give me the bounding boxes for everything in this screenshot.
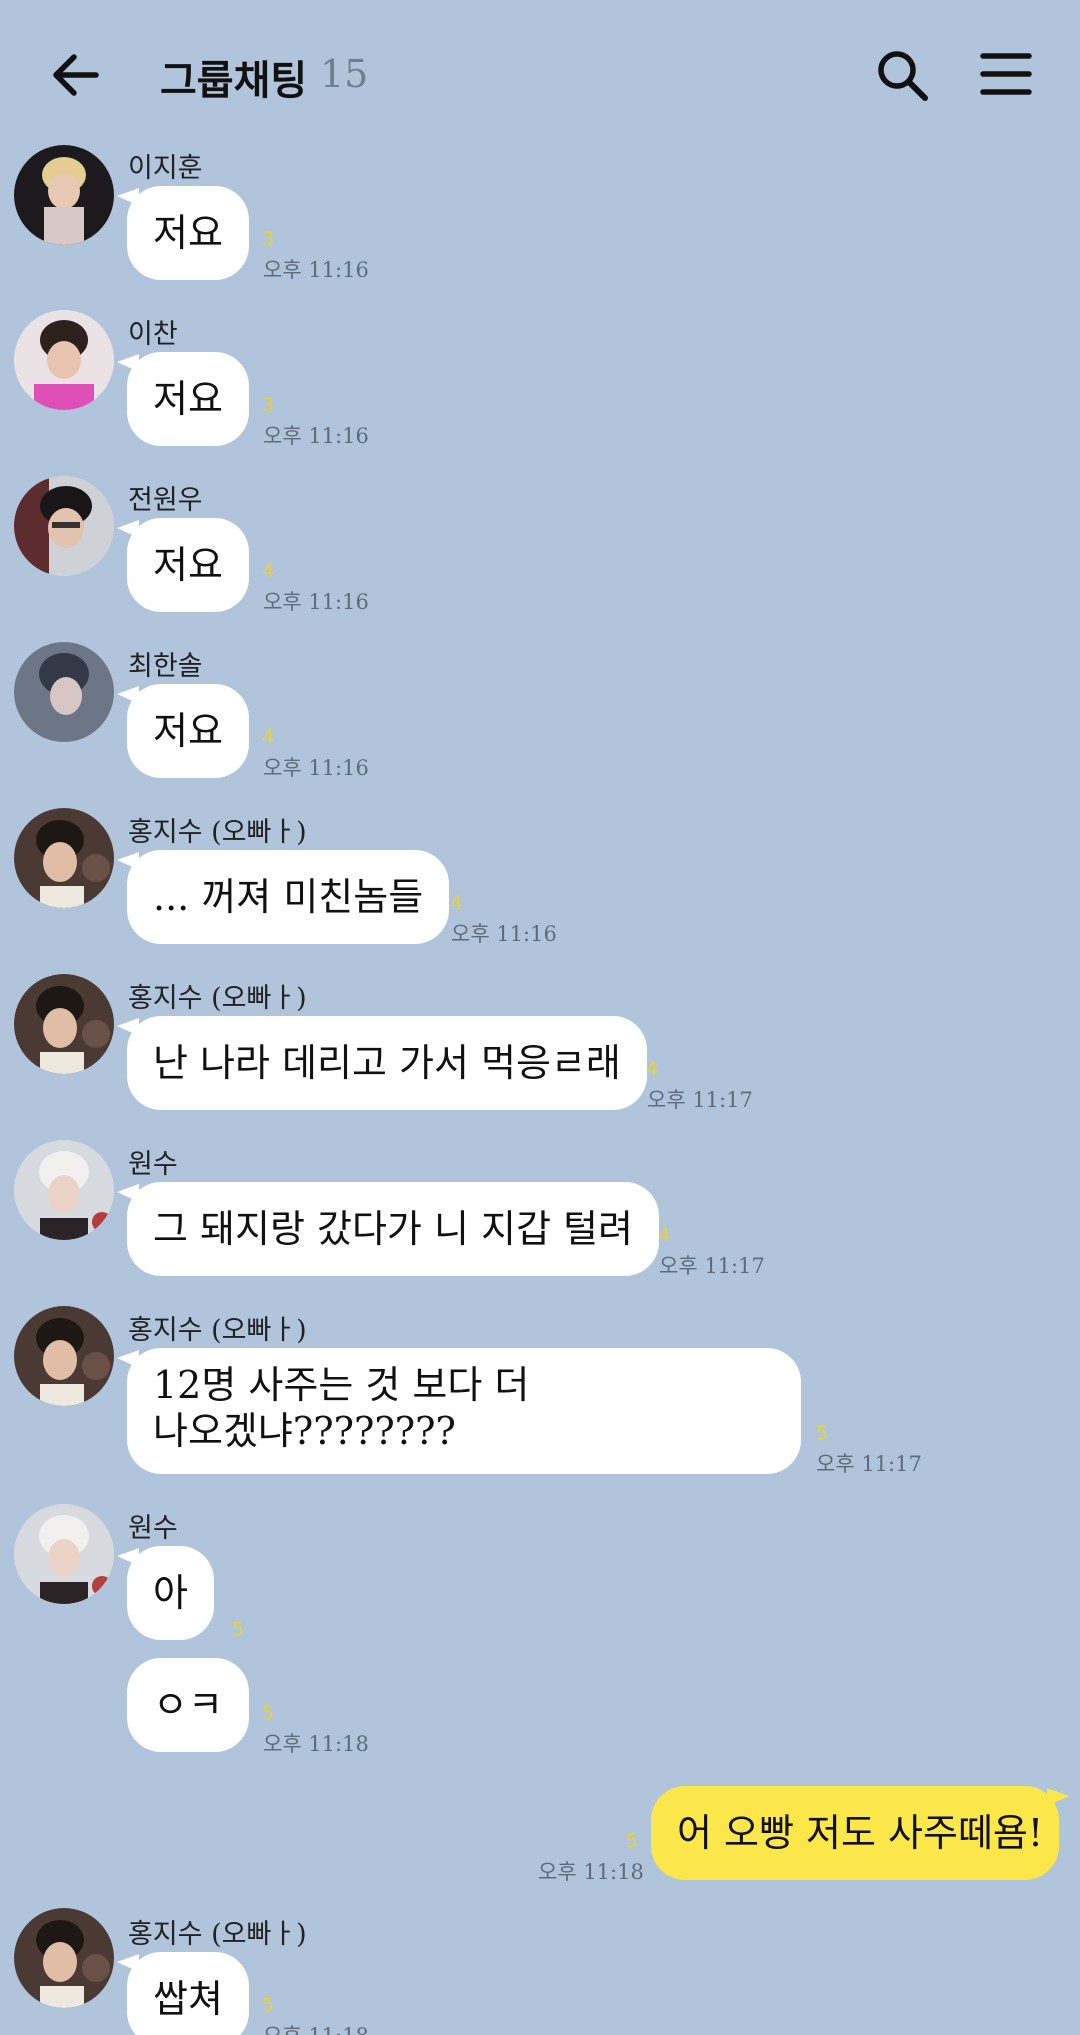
avatar-wonsu[interactable] (14, 1140, 114, 1240)
unread-count: 5 (262, 1994, 275, 2016)
message-time: 오후 11:17 (659, 1254, 765, 1278)
chat-title: 그룹채팅 (160, 58, 308, 104)
message-time: 오후 11:18 (538, 1860, 644, 1884)
chat-header: 그룹채팅 15 (0, 0, 1080, 150)
message-time: 오후 11:17 (647, 1088, 753, 1112)
sender-name: 이지훈 (128, 153, 203, 184)
sender-name: 홍지수 (오빠ㅏ) (128, 1315, 307, 1346)
menu-icon (980, 53, 1032, 95)
message-time: 오후 11:18 (263, 1732, 369, 1756)
member-count: 15 (320, 52, 369, 96)
unread-count: 4 (658, 1224, 671, 1246)
avatar-lee-chan[interactable] (14, 310, 114, 410)
message-text: 저요 (153, 543, 223, 587)
message-bubble[interactable]: 난 나라 데리고 가서 먹응ㄹ래 (127, 1016, 647, 1110)
message-text-line: 12명 사주는 것 보다 더 (153, 1363, 530, 1407)
message-text: 저요 (153, 709, 223, 753)
sender-name: 원수 (128, 1149, 178, 1180)
message-text: 저요 (153, 211, 223, 255)
search-icon (878, 51, 928, 101)
message-bubble[interactable]: 쌉쳐 (127, 1952, 249, 2035)
message-text: 쌉쳐 (153, 1977, 223, 2021)
avatar-hong-jisoo[interactable] (14, 808, 114, 908)
unread-count: 4 (262, 726, 275, 748)
avatar-wonsu[interactable] (14, 1504, 114, 1604)
unread-count: 3 (262, 228, 275, 250)
unread-count: 5 (816, 1422, 829, 1444)
message-text: 난 나라 데리고 가서 먹응ㄹ래 (153, 1041, 621, 1085)
sender-name: 홍지수 (오빠ㅏ) (128, 1919, 307, 1950)
sender-name: 원수 (128, 1513, 178, 1544)
message-bubble[interactable]: 12명 사주는 것 보다 더 나오겠냐???????? (127, 1348, 801, 1474)
sender-name: 전원우 (128, 485, 203, 516)
sender-name: 홍지수 (오빠ㅏ) (128, 817, 307, 848)
avatar-lee-jihoon[interactable] (14, 145, 114, 245)
message-text: 아 (153, 1571, 188, 1615)
message-bubble[interactable]: 저요 (127, 352, 249, 446)
message-bubble[interactable]: 저요 (127, 186, 249, 280)
message-text: 그 돼지랑 갔다가 니 지갑 털려 (153, 1207, 633, 1251)
unread-count: 5 (262, 1702, 275, 1724)
sender-name: 홍지수 (오빠ㅏ) (128, 983, 307, 1014)
message-time: 오후 11:18 (263, 2020, 369, 2035)
avatar-choi-hansol[interactable] (14, 642, 114, 742)
unread-count: 5 (232, 1618, 245, 1640)
message-time: 오후 11:16 (263, 590, 369, 614)
search-button[interactable] (872, 45, 932, 105)
message-bubble[interactable]: 그 돼지랑 갔다가 니 지갑 털려 (127, 1182, 659, 1276)
message-text: ㅇㅋ (153, 1683, 223, 1727)
avatar-hong-jisoo[interactable] (14, 1306, 114, 1406)
avatar-hong-jisoo[interactable] (14, 974, 114, 1074)
avatar-jeon-wonwoo[interactable] (14, 476, 114, 576)
sender-name: 이찬 (128, 319, 178, 350)
unread-count: 4 (646, 1058, 659, 1080)
message-text: ... 꺼져 미친놈들 (153, 875, 424, 919)
message-text-line: 나오겠냐???????? (153, 1409, 456, 1453)
message-bubble[interactable]: 아 (127, 1546, 214, 1640)
message-text: 저요 (153, 377, 223, 421)
my-message-bubble[interactable]: 어 오빵 저도 사주떼욤! (651, 1786, 1059, 1880)
message-bubble[interactable]: ㅇㅋ (127, 1658, 249, 1752)
message-bubble[interactable]: 저요 (127, 684, 249, 778)
message-time: 오후 11:16 (263, 424, 369, 448)
message-text: 어 오빵 저도 사주떼욤! (677, 1811, 1044, 1855)
message-time: 오후 11:17 (816, 1452, 922, 1476)
sender-name: 최한솔 (128, 651, 203, 682)
back-button[interactable] (48, 45, 108, 105)
unread-count: 4 (262, 560, 275, 582)
message-bubble[interactable]: ... 꺼져 미친놈들 (127, 850, 450, 944)
message-time: 오후 11:16 (451, 922, 557, 946)
unread-count: 3 (262, 394, 275, 416)
unread-count: 5 (626, 1830, 639, 1852)
avatar-hong-jisoo[interactable] (14, 1908, 114, 2008)
message-time: 오후 11:16 (263, 756, 369, 780)
message-bubble[interactable]: 저요 (127, 518, 249, 612)
message-time: 오후 11:16 (263, 258, 369, 282)
back-arrow-icon (53, 54, 99, 96)
menu-button[interactable] (980, 50, 1032, 98)
unread-count: 4 (450, 892, 463, 914)
